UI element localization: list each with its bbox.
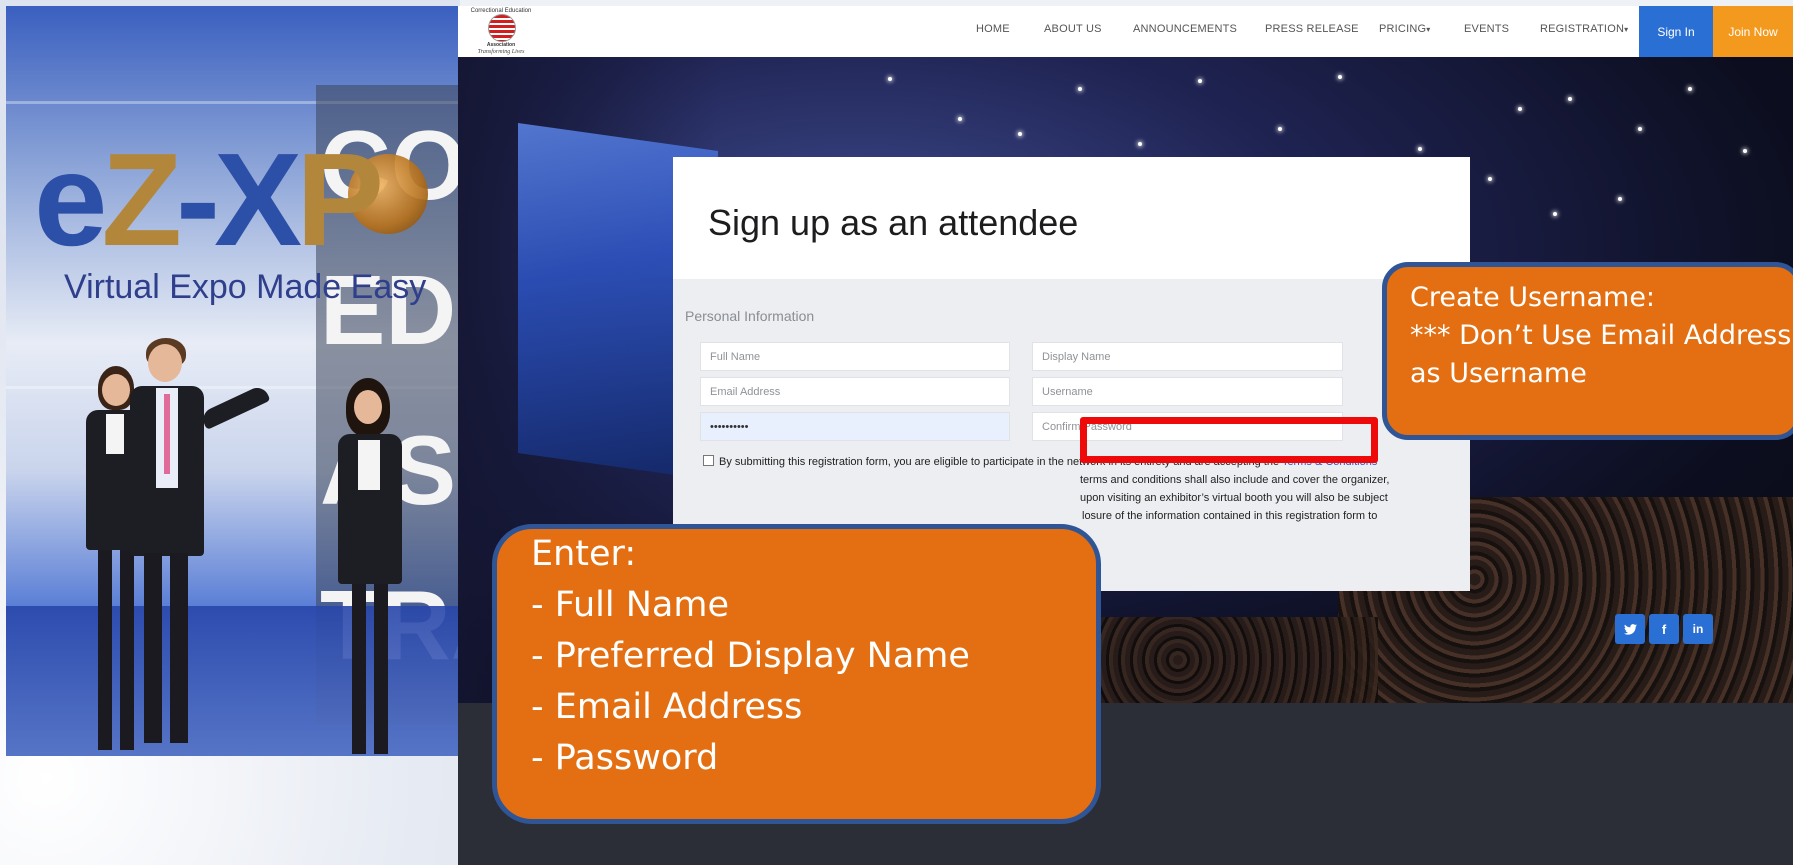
- nav-pricing-label: PRICING: [1379, 23, 1427, 35]
- display-name-field[interactable]: [1032, 342, 1343, 371]
- slide-background: CO EDU ASS TRA eZ-XP Virtual Expo Made E…: [0, 0, 460, 865]
- callout-line: - Preferred Display Name: [531, 636, 970, 676]
- email-field[interactable]: [700, 377, 1010, 406]
- sign-in-button[interactable]: Sign In: [1639, 6, 1713, 57]
- enter-fields-callout: Enter: - Full Name - Preferred Display N…: [492, 524, 1101, 824]
- signup-card-header: Sign up as an attendee: [673, 157, 1470, 279]
- username-field[interactable]: [1032, 377, 1343, 406]
- expo-banner-image: CO EDU ASS TRA eZ-XP Virtual Expo Made E…: [6, 6, 460, 756]
- callout-line: as Username: [1410, 358, 1587, 389]
- username-callout: Create Username: *** Don’t Use Email Add…: [1382, 262, 1793, 440]
- ezxpo-logo: eZ-XP: [34, 126, 384, 273]
- nav-events[interactable]: EVENTS: [1464, 23, 1509, 35]
- terms-checkbox[interactable]: [703, 455, 714, 466]
- callout-line: - Email Address: [531, 687, 803, 727]
- callout-line: - Password: [531, 738, 719, 778]
- top-navbar: Correctional Education Association Trans…: [458, 6, 1793, 57]
- callout-line: Create Username:: [1410, 282, 1656, 313]
- terms-text: By submitting this registration form, yo…: [703, 453, 1458, 525]
- nav-home[interactable]: HOME: [976, 23, 1010, 35]
- facebook-icon[interactable]: f: [1649, 614, 1679, 644]
- nav-about-us[interactable]: ABOUT US: [1044, 23, 1102, 35]
- nav-announcements[interactable]: ANNOUNCEMENTS: [1133, 23, 1237, 35]
- linkedin-icon[interactable]: in: [1683, 614, 1713, 644]
- username-highlight-box: [1080, 417, 1378, 463]
- nav-registration-label: REGISTRATION: [1540, 23, 1625, 35]
- callout-line: *** Don’t Use Email Address: [1410, 320, 1792, 351]
- brand-emblem-icon: [488, 14, 516, 42]
- brand-logo[interactable]: Correctional Education Association Trans…: [470, 8, 532, 56]
- nav-pricing[interactable]: PRICING▾: [1379, 23, 1430, 35]
- callout-line: - Full Name: [531, 585, 729, 625]
- nav-press-release[interactable]: PRESS RELEASE: [1265, 23, 1359, 35]
- chevron-down-icon: ▾: [1624, 25, 1629, 34]
- join-now-button[interactable]: Join Now: [1713, 6, 1793, 57]
- chevron-down-icon: ▾: [1426, 25, 1431, 34]
- page-title: Sign up as an attendee: [708, 202, 1079, 243]
- brand-mid-text: Association: [486, 42, 516, 48]
- brand-tagline: Transforming Lives: [477, 49, 525, 55]
- twitter-icon[interactable]: [1615, 614, 1645, 644]
- callout-line: Enter:: [531, 534, 637, 574]
- password-field[interactable]: [700, 412, 1010, 441]
- expo-floor: [6, 606, 460, 756]
- nav-registration[interactable]: REGISTRATION▾: [1540, 23, 1628, 35]
- logo-tagline: Virtual Expo Made Easy: [64, 268, 427, 306]
- full-name-field[interactable]: [700, 342, 1010, 371]
- section-label: Personal Information: [685, 308, 815, 324]
